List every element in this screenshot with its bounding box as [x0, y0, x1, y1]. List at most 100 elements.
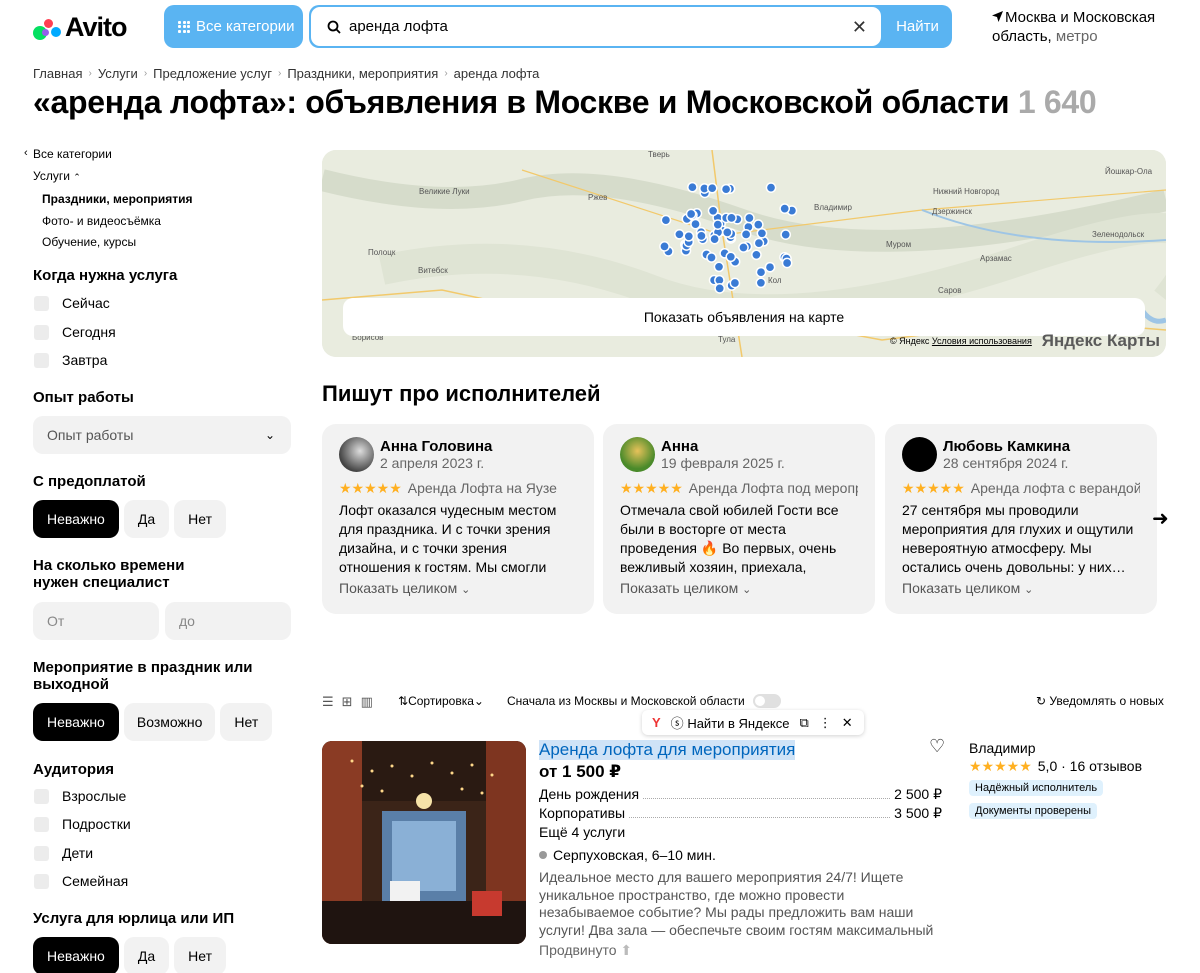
breadcrumb-item[interactable]: Главная: [33, 66, 82, 81]
list-view-icon[interactable]: ☰: [322, 694, 334, 710]
toggle-switch[interactable]: [752, 694, 781, 708]
legal-option-yes[interactable]: Да: [123, 937, 170, 973]
map-marker-icon[interactable]: [744, 212, 755, 224]
more-icon[interactable]: ⋮: [819, 715, 832, 731]
checkbox-box[interactable]: [34, 788, 49, 804]
yandex-maps-logo[interactable]: Яндекс Карты: [1042, 331, 1160, 351]
duration-from-input[interactable]: От: [33, 602, 159, 640]
map-marker-icon[interactable]: [720, 183, 732, 195]
checkbox-box[interactable]: [34, 816, 49, 832]
map-marker-icon[interactable]: [779, 203, 791, 214]
all-categories-button[interactable]: Все категории: [164, 5, 303, 48]
map-marker-icon[interactable]: [738, 242, 749, 253]
map-terms-link[interactable]: Условия использования: [932, 336, 1032, 346]
checkbox-family[interactable]: Семейная: [34, 867, 128, 895]
checkbox-tomorrow[interactable]: Завтра: [34, 346, 107, 374]
map-marker-icon[interactable]: [764, 261, 776, 273]
review-card[interactable]: Любовь Камкина 28 сентября 2024 г. ★★★★★ А…: [885, 424, 1157, 614]
legal-option-any[interactable]: Неважно: [33, 937, 119, 973]
map-marker-icon[interactable]: [706, 182, 718, 194]
more-services-link[interactable]: Ещё 4 услуги: [539, 824, 625, 840]
close-icon[interactable]: ✕: [842, 715, 853, 731]
map-marker-icon[interactable]: [755, 266, 767, 278]
listing-title[interactable]: Аренда лофта для мероприятия: [539, 740, 796, 760]
sidebar-item-photo[interactable]: Фото- и видеосъёмка: [42, 214, 161, 228]
checkbox-adults[interactable]: Взрослые: [34, 782, 126, 810]
search-button[interactable]: Найти: [883, 5, 952, 48]
arrow-right-icon[interactable]: ➜: [1152, 506, 1169, 531]
map-marker-icon[interactable]: [755, 277, 767, 289]
holiday-option-any[interactable]: Неважно: [33, 703, 119, 741]
grid-view-icon[interactable]: ⊞: [342, 694, 353, 710]
checkbox-box[interactable]: [34, 352, 49, 368]
search-input[interactable]: [349, 18, 829, 35]
listing-photo[interactable]: [322, 741, 526, 944]
location-selector[interactable]: Москва и Московская область, метро: [992, 8, 1172, 46]
map-marker-icon[interactable]: [714, 283, 726, 294]
map-marker-icon[interactable]: [726, 212, 737, 224]
map-marker-icon[interactable]: [729, 277, 741, 289]
map-marker-icon[interactable]: [707, 205, 719, 217]
map-marker-icon[interactable]: [683, 230, 695, 242]
favorite-heart-icon[interactable]: ♡: [929, 736, 945, 757]
notify-button[interactable]: ↻ Уведомлять о новых: [1036, 694, 1164, 708]
yandex-search-button[interactable]: ⓢ Найти в Яндексе: [671, 713, 790, 732]
sort-dropdown[interactable]: ⇅Сортировка⌄: [398, 694, 484, 708]
review-subject[interactable]: Аренда Лофта под мероприятия: [689, 480, 858, 497]
copy-icon[interactable]: ⧉: [799, 715, 808, 731]
map-marker-icon[interactable]: [725, 251, 737, 263]
holiday-option-no[interactable]: Нет: [220, 703, 273, 741]
sidebar-item-courses[interactable]: Обучение, курсы: [42, 235, 136, 249]
sidebar-item-events[interactable]: Праздники, мероприятия: [42, 192, 192, 206]
breadcrumb-item[interactable]: аренда лофта: [454, 66, 540, 81]
map-marker-icon[interactable]: [674, 228, 685, 240]
checkbox-box[interactable]: [34, 845, 49, 861]
moscow-first-toggle[interactable]: Сначала из Москвы и Московской области: [507, 694, 781, 708]
sidebar-services[interactable]: Услуги ⌃: [33, 169, 81, 183]
sidebar-all-categories[interactable]: Все категории: [33, 147, 112, 161]
prepay-option-any[interactable]: Неважно: [33, 500, 119, 538]
map-marker-icon[interactable]: [740, 229, 752, 240]
review-card[interactable]: Анна Головина 2 апреля 2023 г. ★★★★★ Аренд…: [322, 424, 594, 614]
checkbox-kids[interactable]: Дети: [34, 839, 93, 867]
breadcrumb-item[interactable]: Услуги: [98, 66, 138, 81]
map-marker-icon[interactable]: [690, 218, 701, 230]
show-full-review-link[interactable]: Показать целиком ⌄: [339, 580, 577, 596]
legal-option-no[interactable]: Нет: [174, 937, 226, 973]
checkbox-box[interactable]: [34, 873, 49, 889]
prepay-option-no[interactable]: Нет: [174, 500, 226, 538]
review-subject[interactable]: Аренда Лофта на Яузе: [408, 480, 557, 497]
map-marker-icon[interactable]: [659, 241, 670, 252]
seller-name[interactable]: Владимир: [969, 740, 1036, 756]
experience-select[interactable]: Опыт работы ⌄: [33, 416, 291, 454]
prepay-option-yes[interactable]: Да: [123, 500, 170, 538]
show-full-review-link[interactable]: Показать целиком ⌄: [620, 580, 858, 596]
map-marker-icon[interactable]: [713, 261, 725, 273]
avito-logo[interactable]: Avito: [33, 12, 127, 43]
map-marker-icon[interactable]: [685, 208, 697, 220]
map-marker-icon[interactable]: [781, 257, 793, 269]
map-marker-icon[interactable]: [687, 181, 698, 193]
review-card[interactable]: Анна 19 февраля 2025 г. ★★★★★ Аренда Лофта…: [603, 424, 875, 614]
map-marker-icon[interactable]: [696, 230, 707, 242]
checkbox-now[interactable]: Сейчас: [34, 289, 110, 317]
breadcrumb-item[interactable]: Праздники, мероприятия: [287, 66, 438, 81]
map-marker-icon[interactable]: [660, 214, 672, 226]
checkbox-box[interactable]: [34, 324, 49, 340]
map-marker-icon[interactable]: [712, 219, 724, 230]
map-marker-icon[interactable]: [721, 227, 733, 238]
breadcrumb-item[interactable]: Предложение услуг: [153, 66, 272, 81]
map-marker-icon[interactable]: [706, 252, 717, 263]
yandex-y-icon[interactable]: Y: [652, 715, 661, 730]
map-marker-icon[interactable]: [752, 219, 764, 230]
map-marker-icon[interactable]: [753, 237, 765, 249]
duration-to-input[interactable]: до: [165, 602, 291, 640]
checkbox-teens[interactable]: Подростки: [34, 810, 131, 838]
holiday-option-maybe[interactable]: Возможно: [123, 703, 216, 741]
map-marker-icon[interactable]: [751, 249, 762, 261]
map-marker-icon[interactable]: [756, 227, 768, 239]
map-marker-icon[interactable]: [765, 182, 777, 193]
map-marker-icon[interactable]: [780, 229, 792, 240]
checkbox-today[interactable]: Сегодня: [34, 318, 116, 346]
results-map[interactable]: Тверь Великие Луки Ржев Владимир Нижний …: [322, 150, 1166, 357]
